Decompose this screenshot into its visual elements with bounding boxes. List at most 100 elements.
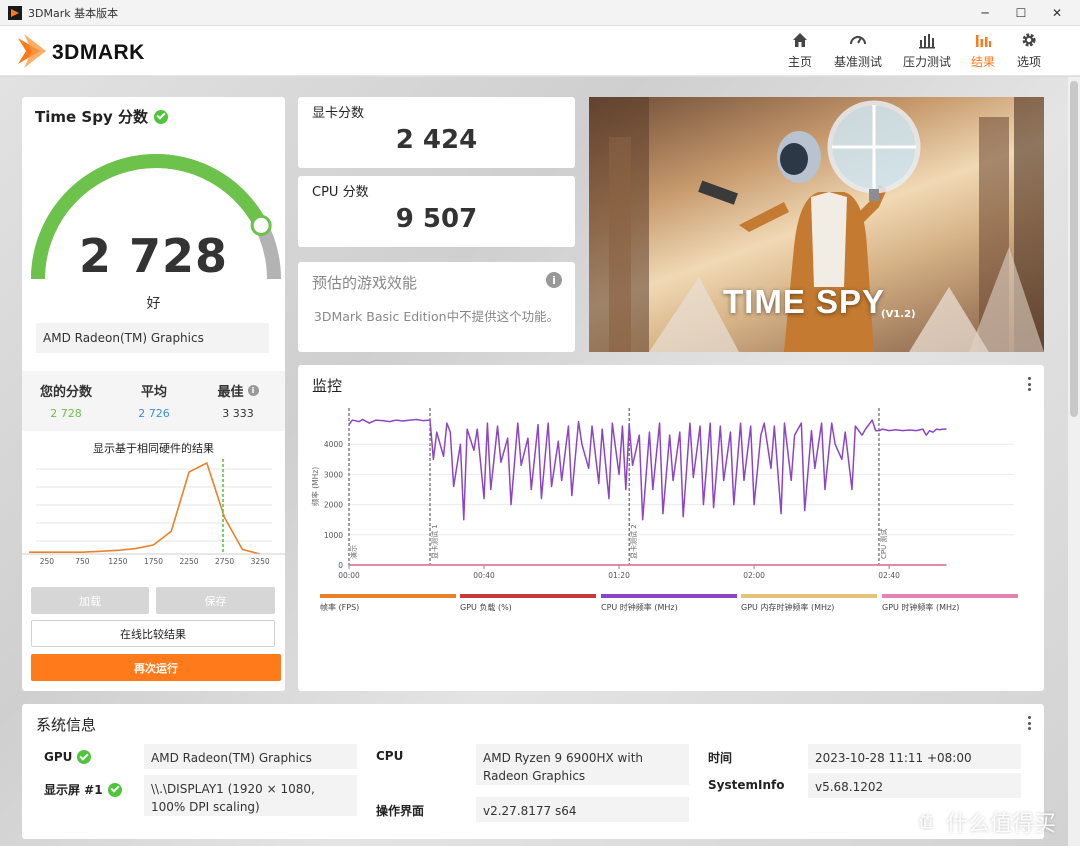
gpu-score-value: 2 424	[395, 125, 478, 155]
best-stat: 最佳 i 3 333	[198, 381, 278, 420]
logo-wordmark: 3DMARK	[52, 41, 145, 64]
score-rating: 好	[146, 296, 161, 312]
run-again-button[interactable]: 再次运行	[31, 654, 281, 681]
hero-title: TIME SPY	[723, 283, 886, 320]
distribution-tick-label: 3250	[251, 557, 270, 566]
nav-stress-tests[interactable]: 压力测试	[903, 30, 951, 70]
best-value: 3 333	[222, 407, 254, 420]
score-card: Time Spy 分数 2 728 好 AMD Radeon(TM) Graph…	[22, 97, 285, 691]
system-info-card: 系统信息 GPU AMD Radeon(TM) Graphics 显示屏 #1 …	[22, 704, 1044, 839]
monitoring-menu-icon[interactable]	[1027, 377, 1031, 391]
average-value: 2 726	[138, 407, 170, 420]
cpu-score-label: CPU 分数	[312, 185, 369, 200]
score-comparison: 您的分数 2 728 平均 2 726 最佳 i 3 333	[22, 371, 285, 431]
monitor-x-tick-label: 02:00	[743, 571, 765, 580]
info-icon[interactable]: i	[247, 385, 259, 396]
time-label: 时间	[708, 751, 733, 765]
monitor-y-tick-label: 3000	[324, 470, 343, 479]
vertical-scrollbar[interactable]	[1068, 77, 1080, 846]
cpu-value: AMD Ryzen 9 6900HX with Radeon Graphics	[476, 744, 689, 785]
monitor-x-tick-label: 02:40	[878, 571, 900, 580]
estimated-game-performance-card: 预估的游戏效能 i 3DMark Basic Edition中不提供这个功能。	[298, 262, 575, 352]
monitor-y-tick-label: 2000	[324, 501, 343, 510]
app-icon	[8, 6, 22, 20]
total-score: 2 728	[78, 229, 229, 283]
legend-cpu-clock-label: CPU 时钟频率 (MHz)	[601, 603, 678, 612]
watermark-text: 什么值得买	[946, 812, 1057, 837]
distribution-tick-label: 1250	[108, 557, 127, 566]
nav-results[interactable]: 结果	[971, 30, 995, 70]
display-value: \\.\DISPLAY1 (1920 × 1080, 100% DPI scal…	[144, 775, 357, 816]
window-title: 3DMark 基本版本	[28, 7, 119, 20]
nav-options[interactable]: 选项	[1017, 30, 1041, 70]
legend-gpu-clock-label: GPU 时钟频率 (MHz)	[882, 603, 960, 612]
distribution-title: 显示基于相同硬件的结果	[93, 442, 214, 455]
hero-version: (V1.2)	[881, 309, 916, 320]
legend-gpu-mem-clock[interactable]: GPU 内存时钟频率 (MHz)	[741, 594, 877, 613]
monitor-phase-label: 显卡测试 2	[629, 524, 638, 559]
nav-benchmarks[interactable]: 基准测试	[834, 30, 882, 70]
legend-fps-swatch	[320, 594, 456, 598]
distribution-tick-label: 2750	[215, 557, 234, 566]
distribution-tick-label: 2250	[179, 557, 198, 566]
your-score-value: 2 728	[50, 407, 82, 420]
estimate-label: 预估的游戏效能	[312, 274, 418, 292]
monitor-phase-label: CPU 测试	[879, 529, 888, 559]
3dmark-flame-icon	[18, 34, 46, 68]
monitoring-chart: 0 1000 2000 3000 4000 频率 (MHz) 00:00 00:40 01:20…	[310, 408, 1014, 580]
score-card-title: Time Spy 分数	[35, 108, 148, 126]
os-value: v2.27.8177 s64	[476, 797, 689, 822]
distribution-tick-label: 1750	[144, 557, 163, 566]
valid-check-icon	[153, 109, 168, 124]
best-label: 最佳	[217, 385, 244, 400]
gpu-label: GPU	[44, 750, 73, 764]
app-header: 3DMARK 主页 基准测试 压力测试 结果 选项	[0, 26, 1080, 76]
legend-gpu-clock[interactable]: GPU 时钟频率 (MHz)	[882, 594, 1018, 613]
legend-gpu-load[interactable]: GPU 负载 (%)	[460, 594, 596, 613]
systeminfo-value: v5.68.1202	[808, 773, 1021, 798]
scrollbar-thumb[interactable]	[1070, 81, 1078, 417]
display-label: 显示屏 #1	[44, 783, 103, 797]
average-label: 平均	[140, 385, 167, 400]
monitor-phase-label: 显卡测试 1	[430, 524, 439, 559]
compare-online-button[interactable]: 在线比较结果	[31, 620, 275, 647]
monitor-phase-label: 演示	[349, 545, 358, 559]
save-button[interactable]: 保存	[156, 587, 275, 614]
monitor-x-tick-label: 01:20	[608, 571, 630, 580]
gauge-icon	[850, 36, 866, 45]
watermark-logo: 值	[912, 808, 940, 836]
close-window-button[interactable]: ✕	[1034, 0, 1080, 26]
legend-gpu-mem-clock-swatch	[741, 594, 877, 598]
info-icon[interactable]: i	[546, 272, 562, 288]
stress-bars-icon	[919, 34, 935, 49]
systeminfo-label: SystemInfo	[708, 778, 785, 792]
monitor-x-tick-label: 00:00	[338, 571, 360, 580]
distribution-tick-label: 750	[75, 557, 90, 566]
monitor-y-tick-label: 4000	[324, 440, 343, 449]
distribution-tick-label: 250	[40, 557, 55, 566]
gpu-name: AMD Radeon(TM) Graphics	[36, 323, 269, 353]
cpu-score-card: CPU 分数 9 507	[298, 176, 575, 247]
legend-gpu-load-label: GPU 负载 (%)	[460, 603, 512, 612]
cpu-score-value: 9 507	[395, 204, 478, 234]
monitor-x-tick-label: 00:40	[473, 571, 495, 580]
legend-fps[interactable]: 帧率 (FPS)	[320, 594, 456, 613]
monitor-y-tick-label: 1000	[324, 531, 343, 540]
nav-options-label: 选项	[1017, 55, 1042, 69]
legend-cpu-clock[interactable]: CPU 时钟频率 (MHz)	[601, 594, 737, 613]
gpu-score-card: 显卡分数 2 424	[298, 97, 575, 168]
cpu-label: CPU	[376, 749, 404, 763]
time-value: 2023-10-28 11:11 +08:00	[808, 744, 1021, 769]
valid-check-icon	[107, 782, 122, 797]
legend-cpu-clock-swatch	[601, 594, 737, 598]
gpu-value: AMD Radeon(TM) Graphics	[144, 744, 357, 769]
system-info-menu-icon[interactable]	[1027, 716, 1031, 730]
gpu-score-label: 显卡分数	[312, 106, 365, 121]
monitor-y-tick-label: 0	[338, 561, 343, 570]
estimate-message: 3DMark Basic Edition中不提供这个功能。	[313, 309, 560, 324]
your-score-label: 您的分数	[39, 385, 92, 400]
score-distribution-chart: 250 750 1250 1750 2250 2750 3250	[22, 459, 285, 566]
display-label-row: 显示屏 #1	[44, 781, 122, 798]
load-button[interactable]: 加载	[31, 587, 149, 614]
nav-home[interactable]: 主页	[788, 30, 812, 70]
